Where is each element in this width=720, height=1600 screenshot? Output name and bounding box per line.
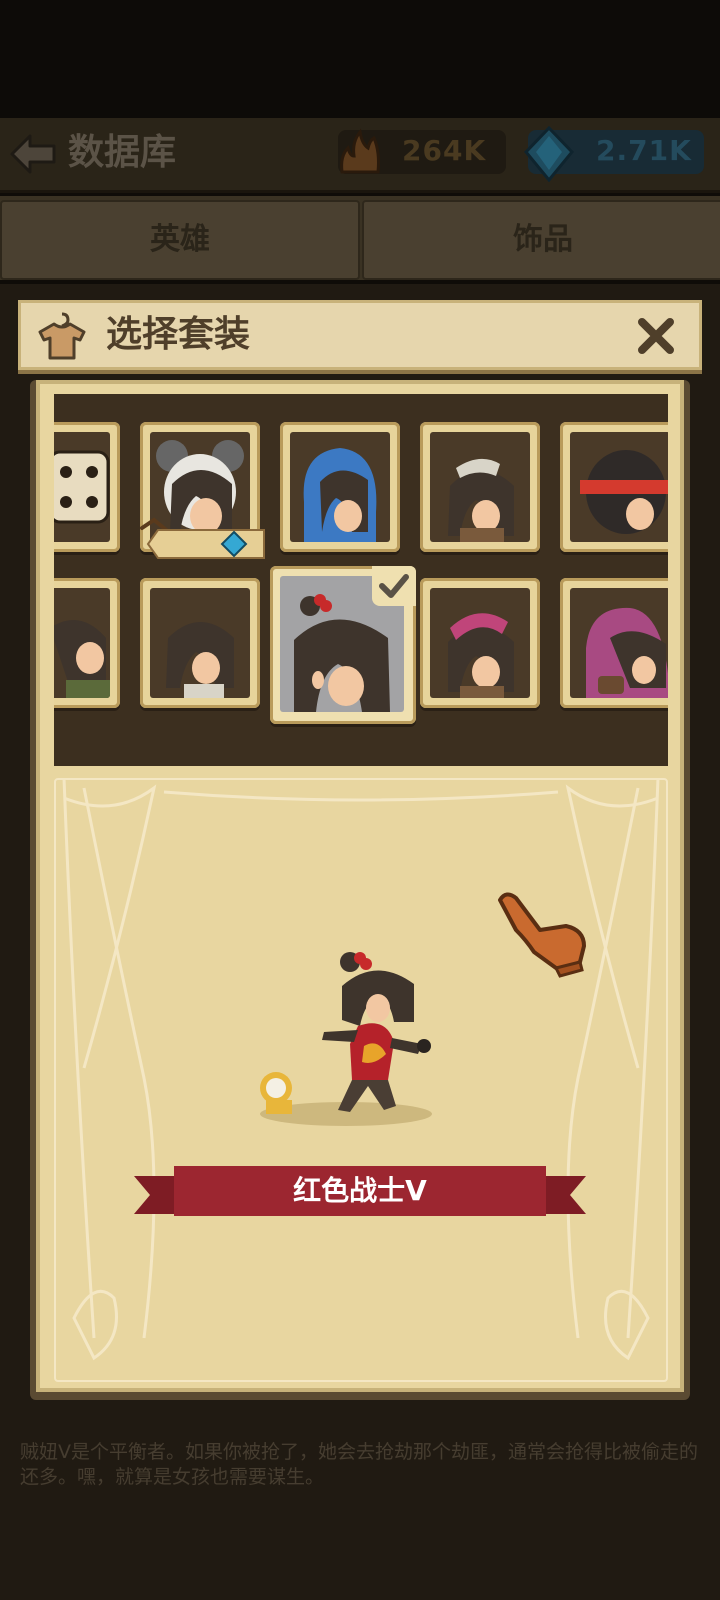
back-arrow-icon[interactable] — [8, 132, 58, 176]
pointer-hand-icon — [498, 892, 586, 978]
bandage-icon — [448, 458, 514, 542]
dialog-title: 选择套装 — [106, 314, 251, 355]
hero-description: 贼妞V是个平衡者。如果你被抢了，她会去抢劫那个劫匪，通常会抢得比被偷走的还多。嘿… — [20, 1441, 698, 1488]
gem-icon — [523, 126, 575, 182]
blue-hood-icon — [303, 448, 377, 542]
hanger-shirt-icon — [38, 312, 86, 360]
tab-heroes[interactable]: 英雄 — [0, 200, 360, 280]
outfit-portrait — [290, 432, 390, 542]
outfit-portrait — [54, 432, 110, 542]
outfit-portrait — [54, 588, 110, 698]
close-icon[interactable] — [634, 314, 678, 358]
gem-value: 2.71K — [596, 134, 692, 167]
outfit-slot-blue-hood[interactable] — [280, 422, 400, 552]
page-title: 数据库 — [68, 132, 177, 173]
tab-accessories[interactable]: 饰品 — [362, 200, 720, 280]
bandage-plain-icon — [166, 622, 234, 698]
outfit-grid — [54, 394, 668, 766]
dice-head-icon — [54, 450, 110, 524]
outfit-portrait — [570, 432, 668, 542]
outfit-portrait — [150, 588, 250, 698]
outfit-slot-green-shirt[interactable] — [54, 578, 120, 708]
outfit-slot-red-headband[interactable] — [560, 422, 668, 552]
green-shirt-icon — [54, 620, 110, 698]
flame-hand-icon — [340, 128, 380, 174]
outfit-portrait — [570, 588, 668, 698]
pink-bandana-icon — [448, 613, 514, 698]
flame-value: 264K — [402, 134, 487, 167]
red-warrior-character — [260, 952, 432, 1126]
outfit-slot-bandage-plain[interactable] — [140, 578, 260, 708]
outfit-slot-pink-bandana[interactable] — [420, 578, 540, 708]
gem-price-tag — [140, 517, 265, 559]
red-headband-icon — [580, 450, 668, 534]
pink-hood-icon — [586, 607, 668, 698]
outfit-portrait — [430, 588, 530, 698]
selected-outfit-name: 红色战士V — [293, 1174, 427, 1207]
outfit-portrait — [430, 432, 530, 542]
selected-check-badge — [372, 566, 416, 606]
status-bar-area — [0, 0, 720, 120]
outfit-slot-dice-head[interactable] — [54, 422, 120, 552]
outfit-slot-bandage[interactable] — [420, 422, 540, 552]
checkmark-icon — [379, 574, 409, 598]
outfit-slot-pink-hood[interactable] — [560, 578, 668, 708]
outfit-slot-red-warrior[interactable] — [270, 566, 416, 724]
